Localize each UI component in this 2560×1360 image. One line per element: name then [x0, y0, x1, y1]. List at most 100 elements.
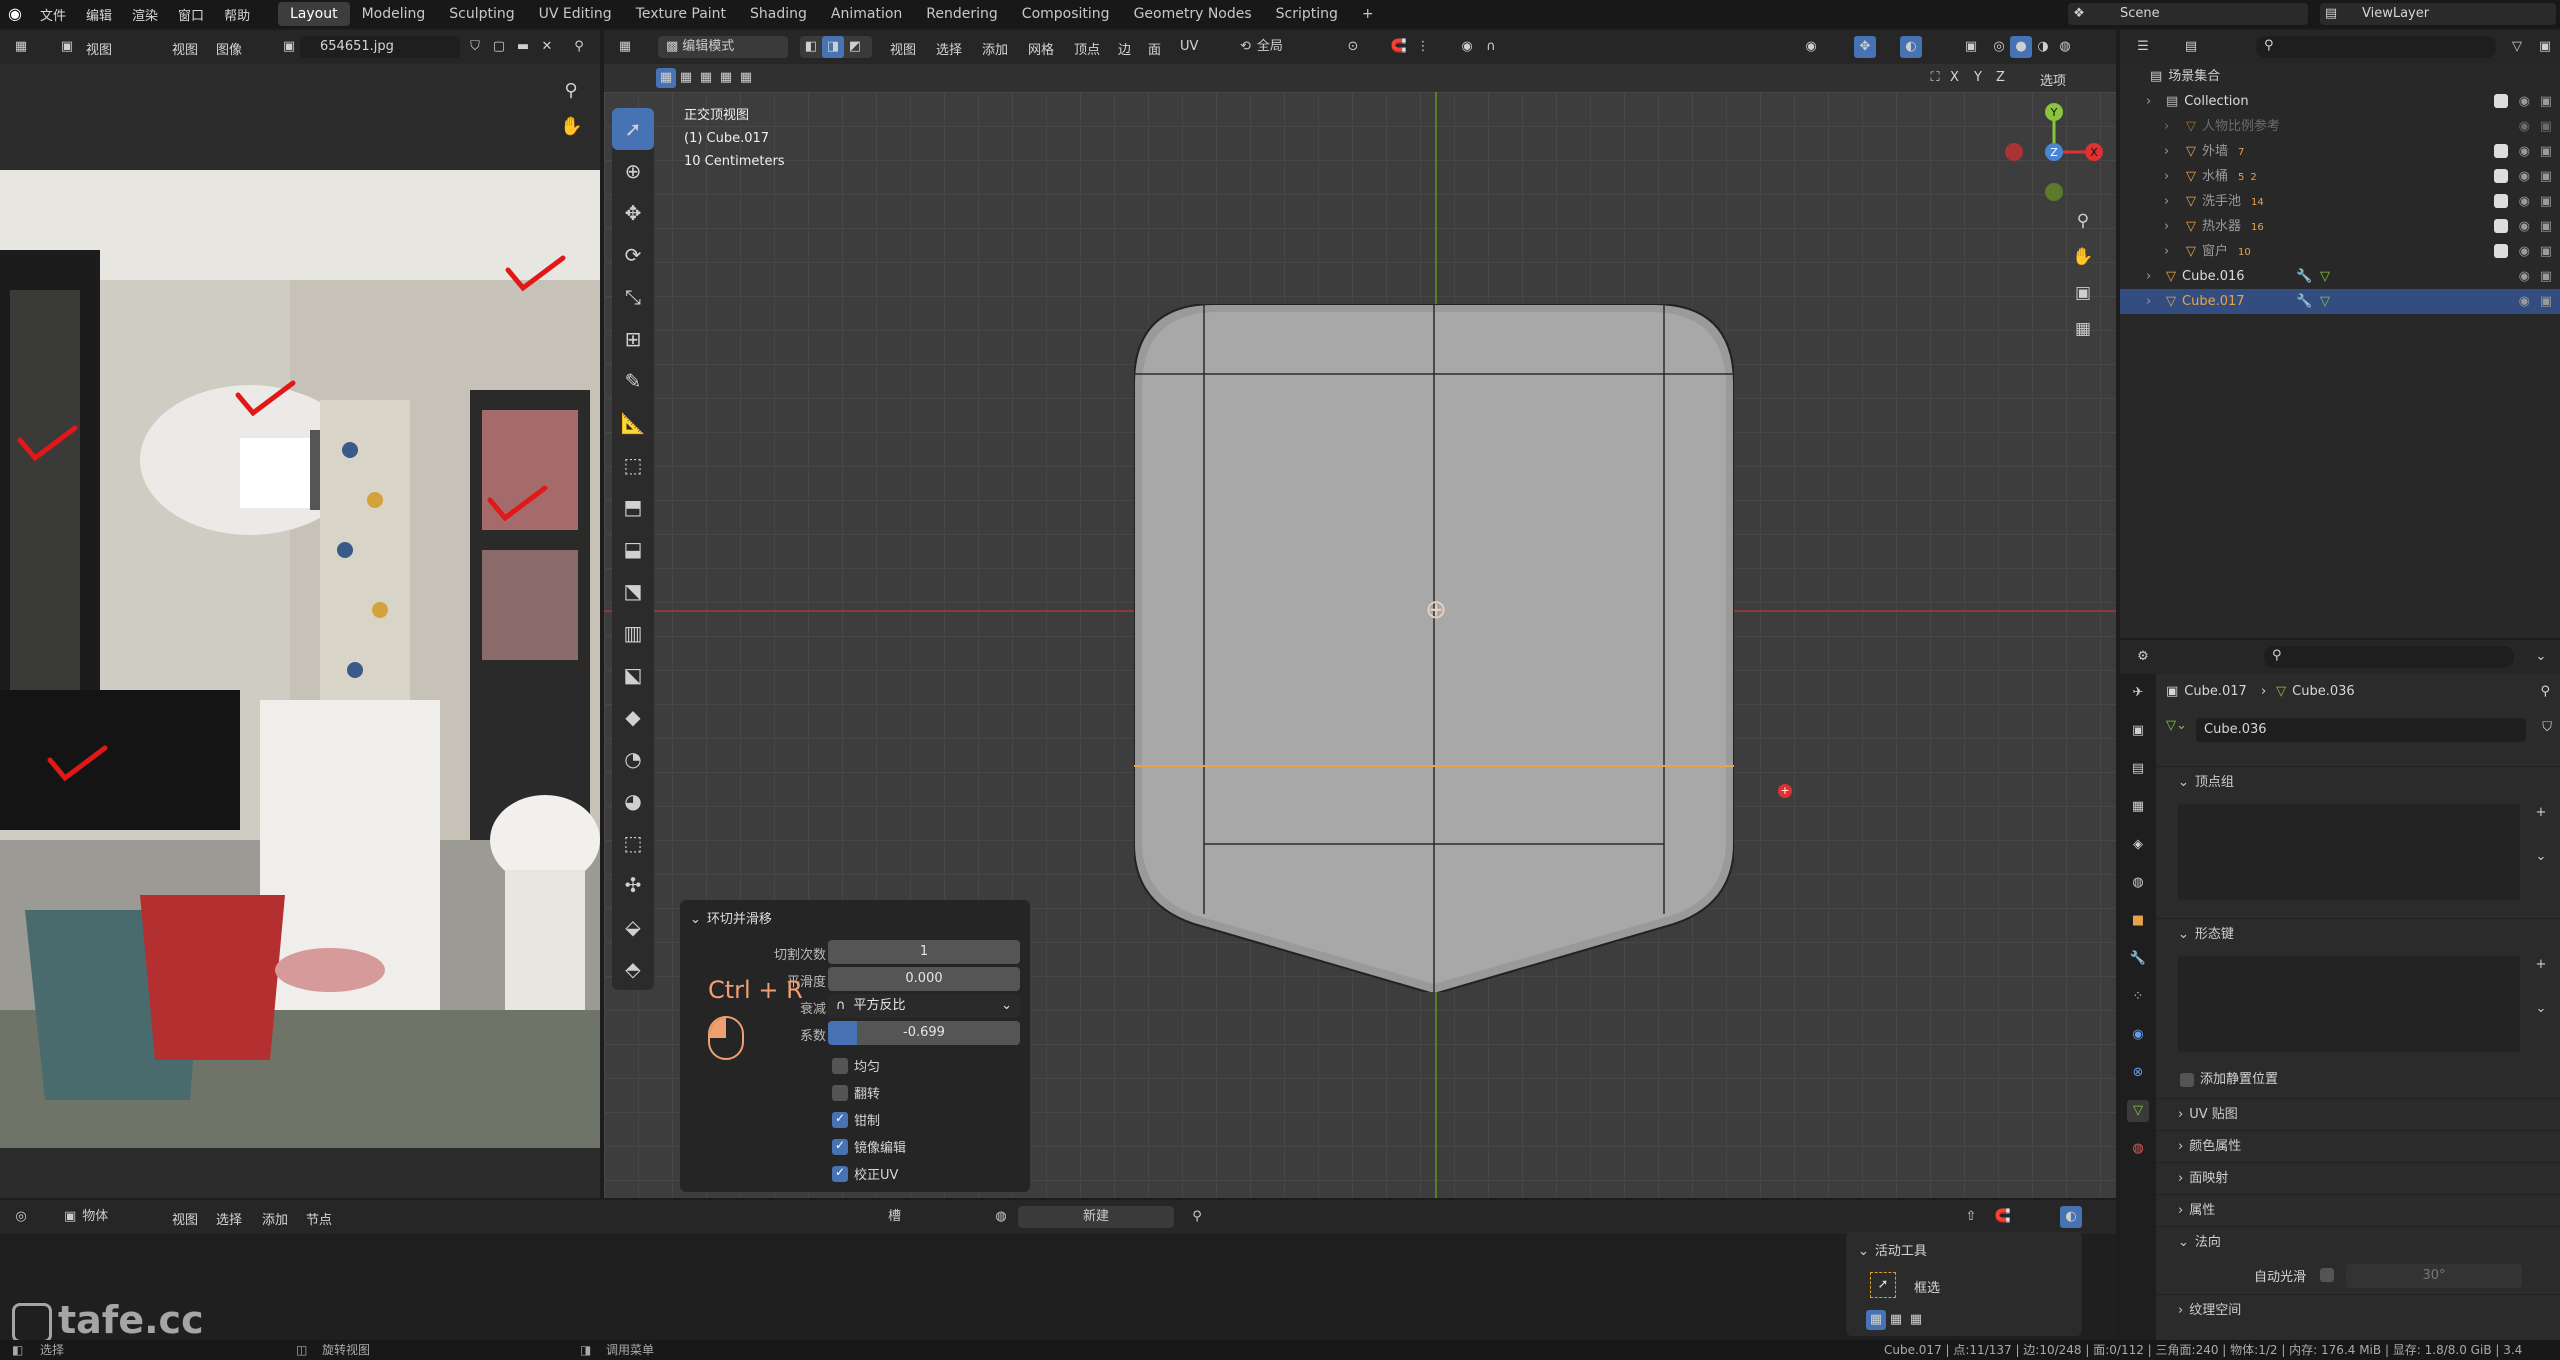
add-icon[interactable]: + — [2530, 802, 2552, 824]
outliner-row[interactable]: › ▽ 洗手池 14 ◉ ▣ — [2120, 189, 2560, 214]
material-shading-icon[interactable]: ◑ — [2032, 36, 2054, 58]
eye-icon[interactable]: ◉ — [2519, 289, 2530, 314]
select-intersect-icon[interactable]: ▦ — [736, 68, 756, 88]
camera-icon[interactable]: ▣ — [2540, 164, 2552, 189]
pan-hand-icon[interactable]: ✋ — [2072, 246, 2094, 268]
transform-orientation-select[interactable]: ⟲ 全局 — [1232, 36, 1332, 58]
parent-icon[interactable]: ⇧ — [1960, 1206, 1982, 1228]
menu-uv[interactable]: UV — [1180, 39, 1198, 54]
extrude-tool-icon[interactable]: ⬒ — [612, 486, 654, 528]
tab-compositing[interactable]: Compositing — [1010, 2, 1122, 26]
image-name-field[interactable]: 654651.jpg — [300, 36, 460, 58]
view-layer-selector[interactable]: ▤ ViewLayer — [2320, 3, 2556, 25]
camera-icon[interactable]: ▣ — [2540, 239, 2552, 264]
new-collection-icon[interactable]: ▣ — [2534, 36, 2556, 58]
tab-rendering[interactable]: Rendering — [914, 2, 1010, 26]
uv-maps-header[interactable]: › UV 贴图 — [2156, 1098, 2560, 1130]
filter-icon[interactable]: ▽ — [2506, 36, 2528, 58]
proportional-edit-icon[interactable]: ◉ — [1456, 36, 1478, 58]
inset-tool-icon[interactable]: ⬓ — [612, 528, 654, 570]
outliner-search[interactable]: ⚲ — [2256, 36, 2496, 58]
spin-tool-icon[interactable]: ◔ — [612, 738, 654, 780]
eye-icon[interactable]: ◉ — [2519, 264, 2530, 289]
mesh-browse-icon[interactable]: ▽⌄ — [2166, 718, 2187, 733]
select-extend-icon[interactable]: ▦ — [676, 68, 696, 88]
falloff-icon[interactable]: ∩ — [1480, 36, 1502, 58]
menu-add[interactable]: 添加 — [262, 1209, 288, 1228]
tab-animation[interactable]: Animation — [819, 2, 914, 26]
properties-editor-type-icon[interactable]: ⚙ — [2132, 646, 2154, 668]
shape-keys-list[interactable] — [2178, 956, 2520, 1052]
exclude-checkbox[interactable] — [2494, 194, 2508, 208]
active-tool-title-row[interactable]: ⌄ 活动工具 — [1858, 1240, 1927, 1259]
eye-icon[interactable]: ◉ — [2519, 164, 2530, 189]
navigation-gizmo[interactable]: Y X Z — [2004, 102, 2104, 202]
menu-select[interactable]: 选择 — [216, 1209, 242, 1228]
node-editor-type-icon[interactable]: ◎ — [10, 1206, 32, 1228]
normals-header[interactable]: ⌄ 法向 — [2156, 1226, 2560, 1258]
snap-icon[interactable]: 🧲 — [1992, 1206, 2014, 1228]
new-material-button[interactable]: 新建 — [1018, 1206, 1174, 1228]
display-mode-icon[interactable]: ▤ — [2180, 36, 2202, 58]
snap-target-icon[interactable]: ⋮ — [1412, 36, 1434, 58]
view-layer-tab-icon[interactable]: ▦ — [2127, 796, 2149, 818]
properties-search[interactable]: ⚲ — [2264, 646, 2514, 668]
measure-tool-icon[interactable]: 📐 — [612, 402, 654, 444]
add-icon[interactable]: + — [2530, 954, 2552, 976]
world-tab-icon[interactable]: ◍ — [2127, 872, 2149, 894]
mirror-z[interactable]: Z — [1996, 70, 2005, 85]
eye-icon[interactable]: ◉ — [2519, 89, 2530, 114]
expand-chevron-icon[interactable]: › — [2146, 264, 2151, 289]
scene-collection-row[interactable]: ▤ 场景集合 — [2120, 64, 2560, 89]
autosmooth-checkbox[interactable] — [2320, 1268, 2334, 1282]
xray-icon[interactable]: ▣ — [1960, 36, 1982, 58]
add-workspace-button[interactable]: + — [1350, 2, 1386, 26]
exclude-checkbox[interactable] — [2494, 219, 2508, 233]
editor-type-icon[interactable]: ▦ — [10, 36, 32, 58]
bevel-tool-icon[interactable]: ⬔ — [612, 570, 654, 612]
image-canvas[interactable]: ⚲ ✋ — [0, 64, 600, 1198]
pin-icon[interactable]: ⚲ — [568, 36, 590, 58]
camera-icon[interactable]: ▣ — [2540, 139, 2552, 164]
annotate-tool-icon[interactable]: ✎ — [612, 360, 654, 402]
expand-chevron-icon[interactable]: › — [2146, 289, 2151, 314]
transform-tool-icon[interactable]: ⊞ — [612, 318, 654, 360]
eye-icon[interactable]: ◉ — [2519, 114, 2530, 139]
color-attributes-header[interactable]: › 颜色属性 — [2156, 1130, 2560, 1162]
face-maps-header[interactable]: › 面映射 — [2156, 1162, 2560, 1194]
zoom-icon[interactable]: ⚲ — [2072, 210, 2094, 232]
output-tab-icon[interactable]: ▤ — [2127, 758, 2149, 780]
expand-chevron-icon[interactable]: › — [2164, 164, 2169, 189]
cuts-field[interactable]: 1 — [828, 940, 1020, 964]
pin-icon[interactable]: ⚲ — [1186, 1206, 1208, 1228]
menu-edge[interactable]: 边 — [1118, 39, 1131, 58]
falloff-select[interactable]: ∩ 平方反比 ⌄ — [828, 994, 1020, 1018]
select-new-icon[interactable]: ▦ — [656, 68, 676, 88]
exclude-checkbox[interactable] — [2494, 144, 2508, 158]
mesh-name-field[interactable]: Cube.036 — [2196, 718, 2526, 742]
menu-mesh[interactable]: 网格 — [1028, 39, 1054, 58]
image-mode-icon[interactable]: ▣ — [56, 36, 78, 58]
move-tool-icon[interactable]: ✥ — [612, 192, 654, 234]
image-browse-icon[interactable]: ▣ — [278, 36, 300, 58]
outliner-row[interactable]: › ▽ Cube.016 🔧 ▽ ◉ ▣ — [2120, 264, 2560, 289]
viewport-editor-type-icon[interactable]: ▦ — [614, 36, 636, 58]
texture-space-header[interactable]: › 纹理空间 — [2156, 1294, 2560, 1326]
menu-add[interactable]: 添加 — [982, 39, 1008, 58]
constraints-tab-icon[interactable]: ⊗ — [2127, 1062, 2149, 1084]
autosmooth-angle-field[interactable]: 30° — [2346, 1264, 2522, 1288]
tab-modeling[interactable]: Modeling — [350, 2, 438, 26]
physics-tab-icon[interactable]: ◉ — [2127, 1024, 2149, 1046]
object-mode-select[interactable]: ▣ 物体 — [56, 1206, 156, 1228]
rotate-tool-icon[interactable]: ⟳ — [612, 234, 654, 276]
menu-help[interactable]: 帮助 — [224, 5, 250, 24]
ortho-grid-icon[interactable]: ▦ — [2072, 318, 2094, 340]
menu-vertex[interactable]: 顶点 — [1074, 39, 1100, 58]
outliner-row[interactable]: › ▽ 人物比例参考 ◉ ▣ — [2120, 114, 2560, 139]
particles-tab-icon[interactable]: ⁘ — [2127, 986, 2149, 1008]
expand-chevron-icon[interactable]: › — [2164, 214, 2169, 239]
more-chevron-icon[interactable]: ⌄ — [2530, 846, 2552, 868]
operator-checkbox[interactable] — [832, 1138, 848, 1155]
visibility-icon[interactable]: ◉ — [1800, 36, 1822, 58]
view-mode-select[interactable]: 视图 — [86, 39, 112, 58]
